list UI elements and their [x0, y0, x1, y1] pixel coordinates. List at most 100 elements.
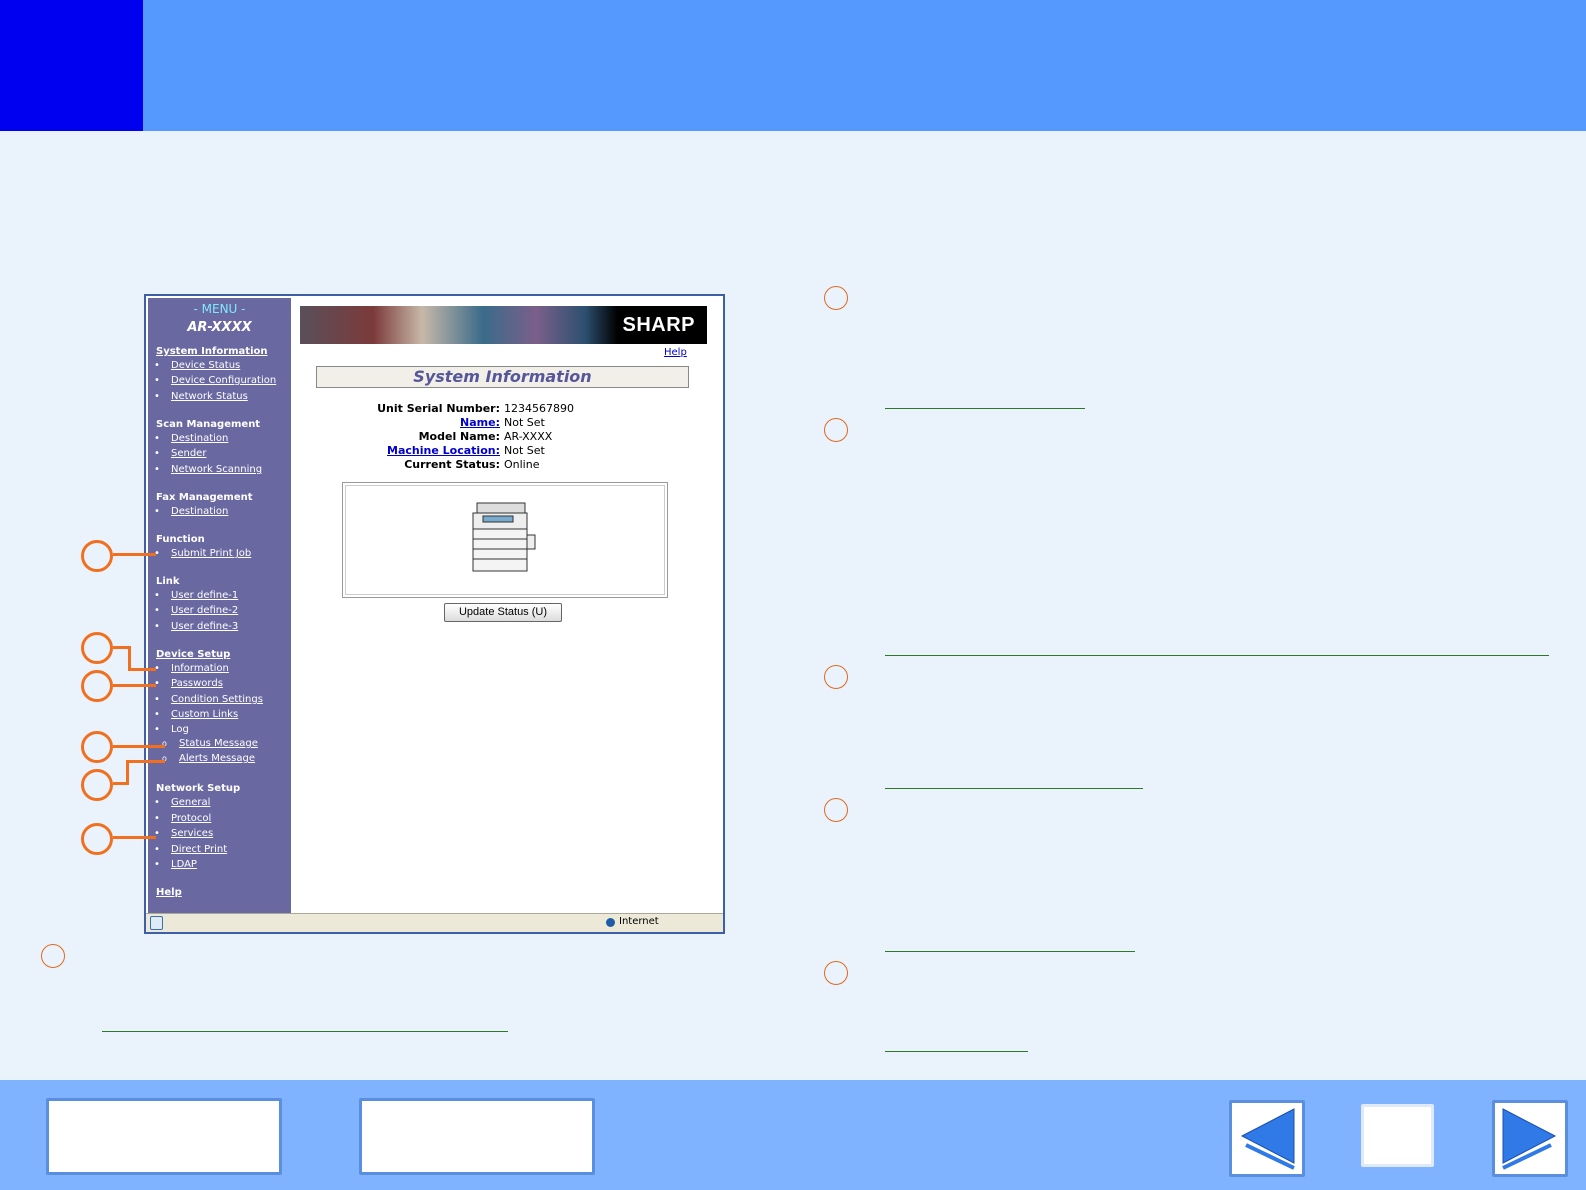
menu-item-label: Log: [171, 724, 189, 735]
name-value: Not Set: [504, 416, 545, 429]
menu-item-sender[interactable]: Sender: [154, 448, 206, 459]
help-link[interactable]: Help: [664, 347, 687, 358]
menu-item-condition-settings[interactable]: Condition Settings: [154, 694, 263, 705]
menu-item-user-define-1[interactable]: User define-1: [154, 590, 238, 601]
link-underline[interactable]: [102, 1031, 508, 1032]
menu-item-ldap[interactable]: LDAP: [154, 859, 197, 870]
menu-item-information[interactable]: Information: [154, 663, 229, 674]
callout-circle: [824, 418, 848, 442]
menu-item-label[interactable]: User define-2: [171, 605, 238, 616]
menu-item-scan-destination[interactable]: Destination: [154, 433, 228, 444]
callout-line: [113, 684, 156, 687]
menu-item-label[interactable]: Destination: [171, 433, 228, 444]
menu-item-label[interactable]: LDAP: [171, 859, 197, 870]
menu-item-label[interactable]: Destination: [171, 506, 228, 517]
menu-item-network-status[interactable]: Network Status: [154, 391, 248, 402]
callout-line: [126, 760, 165, 763]
menu-item-custom-links[interactable]: Custom Links: [154, 709, 238, 720]
menu-section-network-setup: Network Setup: [156, 783, 241, 794]
globe-icon: [606, 918, 615, 927]
next-page-button[interactable]: [1492, 1100, 1568, 1177]
link-underline[interactable]: [885, 788, 1143, 789]
name-link[interactable]: Name:: [290, 416, 500, 429]
menu-item-label[interactable]: Information: [171, 663, 229, 674]
machine-location-link[interactable]: Machine Location:: [290, 444, 500, 457]
menu-section-device-setup[interactable]: Device Setup: [156, 649, 230, 660]
callout-line: [126, 760, 129, 785]
header-accent-block: [0, 0, 143, 131]
menu-item-alerts-message[interactable]: Alerts Message: [162, 753, 255, 764]
menu-section-scan-management: Scan Management: [156, 419, 261, 430]
menu-item-status-message[interactable]: Status Message: [162, 738, 258, 749]
previous-page-button[interactable]: [1229, 1100, 1305, 1177]
device-image-frame: [342, 482, 668, 598]
location-value: Not Set: [504, 444, 545, 457]
callout-circle: [824, 798, 848, 822]
page-title: System Information: [316, 366, 689, 388]
menu-item-device-configuration[interactable]: Device Configuration: [154, 375, 276, 386]
menu-item-label[interactable]: Condition Settings: [171, 694, 263, 705]
menu-item-label[interactable]: Device Status: [171, 360, 240, 371]
index-button[interactable]: [1361, 1104, 1434, 1167]
callout-line: [113, 553, 156, 556]
sharp-logo: SHARP: [622, 314, 695, 336]
menu-item-fax-destination[interactable]: Destination: [154, 506, 228, 517]
browser-window-screenshot: - MENU - AR-XXXX System Information Devi…: [144, 294, 725, 934]
callout-circle: [824, 286, 848, 310]
menu-item-label[interactable]: Network Scanning: [171, 464, 262, 475]
link-underline[interactable]: [885, 951, 1135, 952]
menu-item-label[interactable]: Status Message: [179, 738, 258, 749]
menu-item-label[interactable]: General: [171, 797, 210, 808]
menu-item-protocol[interactable]: Protocol: [154, 813, 211, 824]
menu-item-submit-print-job[interactable]: Submit Print Job: [154, 548, 251, 559]
footer-button-1[interactable]: [46, 1098, 282, 1175]
footer-button-2[interactable]: [359, 1098, 595, 1175]
menu-item-services[interactable]: Services: [154, 828, 213, 839]
menu-item-label[interactable]: User define-3: [171, 621, 238, 632]
menu-title: - MENU -: [193, 302, 246, 316]
callout-circle: [81, 731, 113, 763]
status-label: Current Status:: [404, 458, 500, 471]
menu-item-label[interactable]: Network Status: [171, 391, 248, 402]
callout-circle: [824, 961, 848, 985]
copier-icon: [472, 502, 536, 572]
menu-item-log: Log: [154, 724, 189, 735]
menu-section-link: Link: [156, 576, 180, 587]
menu-item-passwords[interactable]: Passwords: [154, 678, 223, 689]
menu-frame: - MENU - AR-XXXX System Information Devi…: [148, 298, 291, 914]
menu-item-label[interactable]: Passwords: [171, 678, 223, 689]
menu-item-network-scanning[interactable]: Network Scanning: [154, 464, 262, 475]
arrow-left-icon: [1240, 1108, 1295, 1170]
menu-item-label[interactable]: Alerts Message: [179, 753, 255, 764]
menu-item-device-status[interactable]: Device Status: [154, 360, 240, 371]
footer-bar: [0, 1080, 1586, 1190]
menu-item-direct-print[interactable]: Direct Print: [154, 844, 227, 855]
menu-item-label[interactable]: Direct Print: [171, 844, 227, 855]
callout-circle: [824, 665, 848, 689]
update-status-button[interactable]: Update Status (U): [444, 603, 562, 622]
browser-status-bar: Internet: [146, 913, 723, 932]
menu-item-label[interactable]: Submit Print Job: [171, 548, 251, 559]
menu-item-user-define-3[interactable]: User define-3: [154, 621, 238, 632]
callout-line: [128, 668, 156, 671]
menu-item-general[interactable]: General: [154, 797, 210, 808]
callout-circle: [41, 944, 65, 968]
menu-item-label[interactable]: Custom Links: [171, 709, 238, 720]
menu-item-label[interactable]: User define-1: [171, 590, 238, 601]
status-value: Online: [504, 458, 540, 471]
menu-section-system-information[interactable]: System Information: [156, 346, 268, 357]
callout-circle: [81, 769, 113, 801]
menu-item-label[interactable]: Services: [171, 828, 213, 839]
menu-section-help[interactable]: Help: [156, 887, 182, 898]
menu-item-label[interactable]: Device Configuration: [171, 375, 276, 386]
menu-item-label[interactable]: Protocol: [171, 813, 211, 824]
serial-value: 1234567890: [504, 402, 574, 415]
menu-item-label[interactable]: Sender: [171, 448, 206, 459]
link-underline[interactable]: [885, 408, 1085, 409]
menu-section-function: Function: [156, 534, 205, 545]
link-underline[interactable]: [885, 1051, 1028, 1052]
menu-model: AR-XXXX: [187, 320, 252, 335]
menu-item-user-define-2[interactable]: User define-2: [154, 605, 238, 616]
link-underline[interactable]: [885, 655, 1549, 656]
callout-circle: [81, 670, 113, 702]
